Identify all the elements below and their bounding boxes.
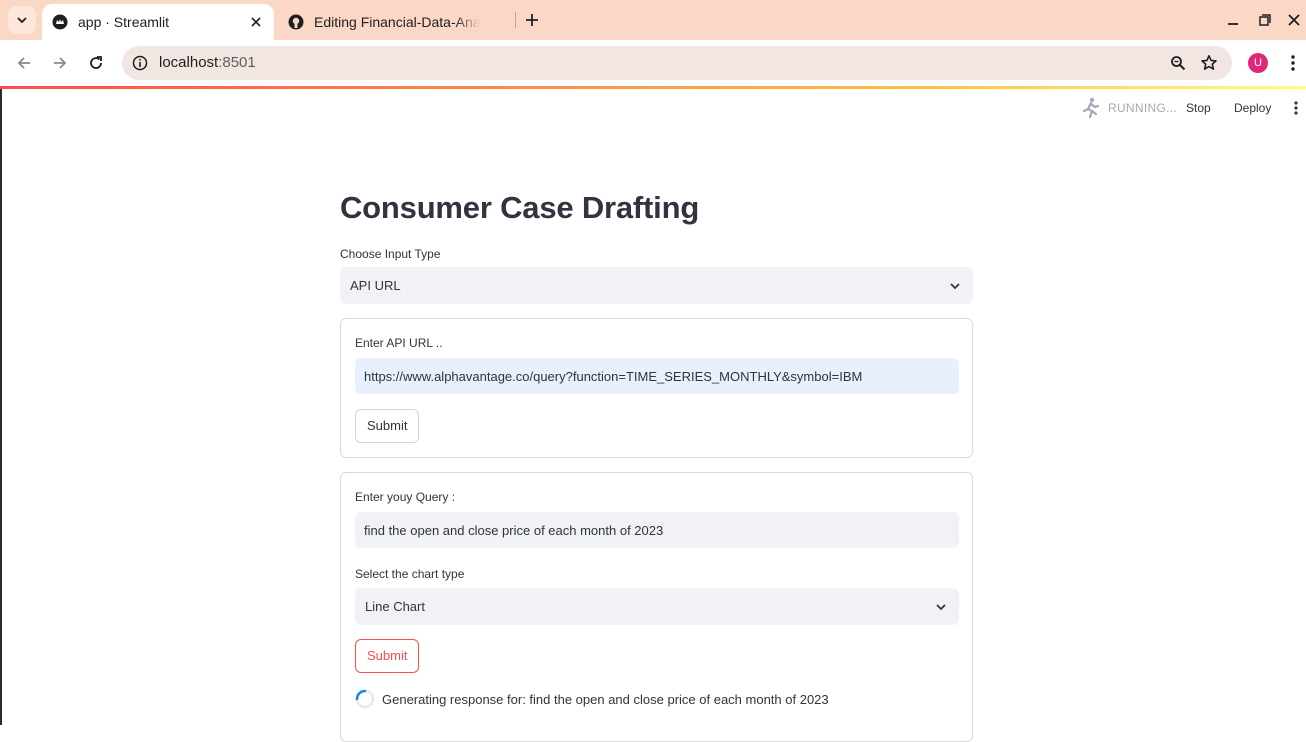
forward-button[interactable] <box>48 51 72 75</box>
restore-icon <box>1259 14 1271 26</box>
query-label: Enter youy Query : <box>355 490 456 504</box>
chevron-down-icon <box>950 283 960 290</box>
query-submit-button[interactable]: Submit <box>355 639 420 673</box>
minimize-icon <box>1228 23 1238 25</box>
streamlit-header: RUNNING... Stop Deploy <box>0 95 1306 123</box>
new-tab-button[interactable] <box>522 10 542 30</box>
chevron-down-icon <box>936 604 946 611</box>
input-type-label: Choose Input Type <box>340 247 441 261</box>
chart-type-label: Select the chart type <box>355 567 465 581</box>
browser-menu-button[interactable] <box>1286 53 1300 73</box>
tab-title: Editing Financial-Data-Analysis <box>314 14 480 30</box>
url-port: :8501 <box>218 54 256 71</box>
window-left-edge <box>0 89 2 725</box>
query-form: Enter youy Query : find the open and clo… <box>340 472 973 742</box>
chart-type-select[interactable]: Line Chart <box>355 588 959 625</box>
main-content: Consumer Case Drafting Choose Input Type… <box>340 180 973 742</box>
api-url-input[interactable]: https://www.alphavantage.co/query?functi… <box>355 358 959 394</box>
query-input[interactable]: find the open and close price of each mo… <box>355 512 959 548</box>
zoom-icon[interactable] <box>1170 55 1186 71</box>
close-icon <box>1288 14 1300 26</box>
input-type-select[interactable]: API URL <box>340 267 973 304</box>
input-type-selected: API URL <box>350 278 401 293</box>
close-tab-icon[interactable] <box>248 14 264 30</box>
close-window-button[interactable] <box>1286 12 1302 28</box>
generating-status-text: Generating response for: find the open a… <box>382 691 829 707</box>
loading-spinner-icon <box>355 689 375 709</box>
streamlit-main-menu[interactable] <box>1290 101 1302 117</box>
arrow-right-icon <box>54 57 67 69</box>
tab-title: app · Streamlit <box>78 14 170 30</box>
profile-avatar[interactable]: U <box>1248 53 1268 73</box>
address-bar[interactable]: localhost:8501 <box>122 46 1232 80</box>
chevron-down-icon <box>17 17 27 24</box>
api-submit-button[interactable]: Submit <box>355 409 420 443</box>
site-info-icon[interactable] <box>132 55 148 71</box>
tab-github-editing[interactable]: Editing Financial-Data-Analysis <box>282 4 514 40</box>
running-status: RUNNING... <box>1080 97 1177 119</box>
bookmark-star-icon[interactable] <box>1200 54 1218 72</box>
reload-icon <box>90 56 102 69</box>
restore-button[interactable] <box>1257 12 1273 28</box>
browser-tab-bar: app · Streamlit Editing Financial-Data-A… <box>0 0 1306 40</box>
url-text: localhost:8501 <box>159 54 256 71</box>
tab-divider <box>515 12 516 28</box>
deploy-button[interactable]: Deploy <box>1234 101 1271 115</box>
generating-status: Generating response for: find the open a… <box>355 689 829 709</box>
streamlit-crown-icon <box>52 14 68 30</box>
chart-type-selected: Line Chart <box>365 599 425 614</box>
more-vertical-icon <box>1291 55 1295 71</box>
page-title: Consumer Case Drafting <box>340 190 700 225</box>
api-url-form: Enter API URL .. https://www.alphavantag… <box>340 318 973 458</box>
running-man-icon <box>1082 97 1100 119</box>
arrow-left-icon <box>17 57 30 69</box>
stop-button[interactable]: Stop <box>1186 101 1211 115</box>
reload-button[interactable] <box>84 51 108 75</box>
more-vertical-icon <box>1294 101 1298 115</box>
tab-search-button[interactable] <box>8 6 36 34</box>
url-host: localhost <box>159 54 219 71</box>
back-button[interactable] <box>12 51 36 75</box>
github-icon <box>288 14 304 30</box>
streamlit-decoration-bar <box>0 86 1306 89</box>
running-status-text: RUNNING... <box>1108 101 1177 115</box>
tab-streamlit-app[interactable]: app · Streamlit <box>42 4 274 40</box>
api-url-label: Enter API URL .. <box>355 336 443 350</box>
minimize-button[interactable] <box>1225 12 1241 28</box>
plus-icon <box>526 14 538 26</box>
browser-toolbar: localhost:8501 U <box>0 40 1306 86</box>
